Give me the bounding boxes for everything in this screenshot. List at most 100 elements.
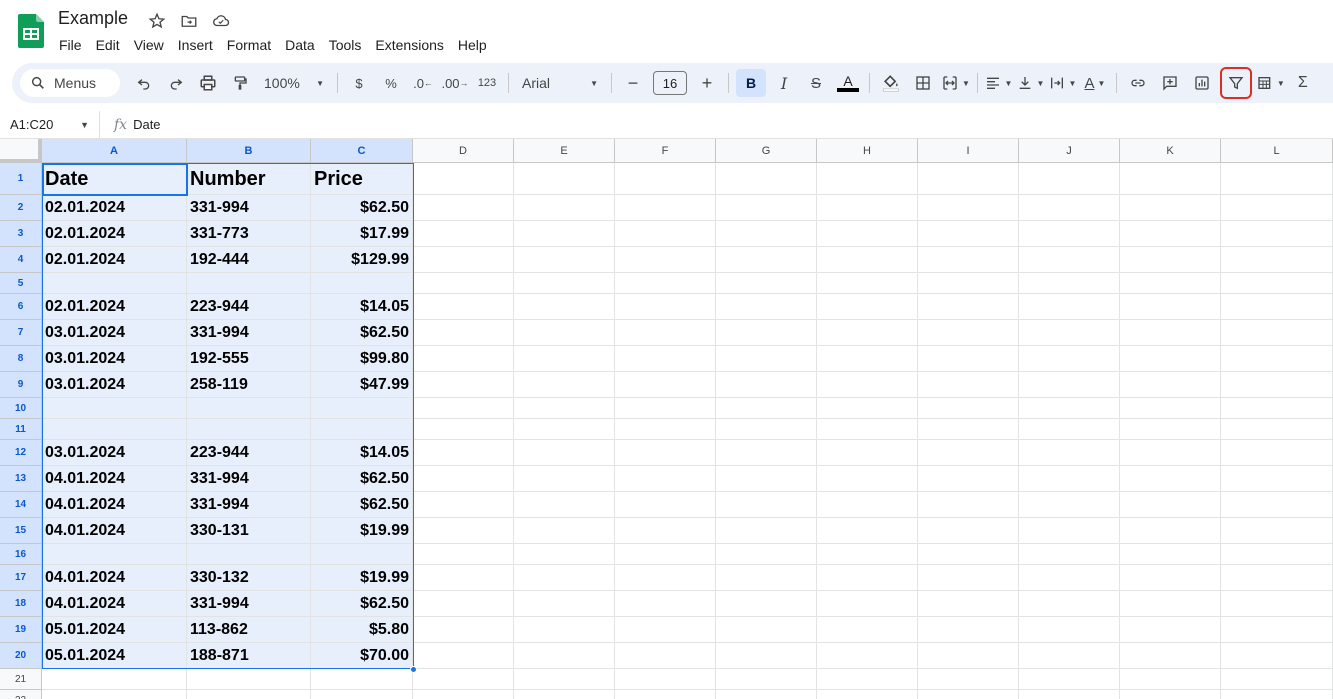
- cell-a21[interactable]: [42, 669, 187, 690]
- cell-a7[interactable]: 03.01.2024: [42, 320, 187, 346]
- cell-i22[interactable]: [918, 690, 1019, 699]
- row-header[interactable]: 21: [0, 669, 42, 690]
- cell-b8[interactable]: 192-555: [187, 346, 311, 372]
- cell-e3[interactable]: [514, 221, 615, 247]
- cell-h20[interactable]: [817, 643, 918, 669]
- menu-tools[interactable]: Tools: [322, 35, 369, 55]
- cell-k7[interactable]: [1120, 320, 1221, 346]
- cell-f9[interactable]: [615, 372, 716, 398]
- cell-i17[interactable]: [918, 565, 1019, 591]
- menu-format[interactable]: Format: [220, 35, 278, 55]
- column-header-e[interactable]: E: [514, 139, 615, 163]
- cell-d14[interactable]: [413, 492, 514, 518]
- cell-j19[interactable]: [1019, 617, 1120, 643]
- borders-button[interactable]: [909, 69, 937, 97]
- cell-f6[interactable]: [615, 294, 716, 320]
- star-icon[interactable]: [144, 10, 170, 32]
- cell-d5[interactable]: [413, 273, 514, 294]
- cell-e17[interactable]: [514, 565, 615, 591]
- row-header[interactable]: 12: [0, 440, 42, 466]
- cell-a17[interactable]: 04.01.2024: [42, 565, 187, 591]
- cell-c20[interactable]: $70.00: [311, 643, 413, 669]
- cell-h13[interactable]: [817, 466, 918, 492]
- cell-g8[interactable]: [716, 346, 817, 372]
- text-color-button[interactable]: A: [834, 69, 862, 97]
- row-header[interactable]: 13: [0, 466, 42, 492]
- redo-button[interactable]: [162, 69, 190, 97]
- cell-l6[interactable]: [1221, 294, 1333, 320]
- cell-d15[interactable]: [413, 518, 514, 544]
- cell-i2[interactable]: [918, 195, 1019, 221]
- cell-g7[interactable]: [716, 320, 817, 346]
- cell-f5[interactable]: [615, 273, 716, 294]
- cell-d18[interactable]: [413, 591, 514, 617]
- row-header[interactable]: 15: [0, 518, 42, 544]
- cell-i10[interactable]: [918, 398, 1019, 419]
- cell-a22[interactable]: [42, 690, 187, 699]
- menu-file[interactable]: File: [52, 35, 89, 55]
- row-header[interactable]: 18: [0, 591, 42, 617]
- cell-g6[interactable]: [716, 294, 817, 320]
- cell-c12[interactable]: $14.05: [311, 440, 413, 466]
- italic-button[interactable]: I: [770, 69, 798, 97]
- cell-h18[interactable]: [817, 591, 918, 617]
- cell-h16[interactable]: [817, 544, 918, 565]
- cell-b17[interactable]: 330-132: [187, 565, 311, 591]
- cell-l1[interactable]: [1221, 163, 1333, 195]
- cell-f7[interactable]: [615, 320, 716, 346]
- cell-g20[interactable]: [716, 643, 817, 669]
- increase-font-size-button[interactable]: +: [693, 69, 721, 97]
- cell-b14[interactable]: 331-994: [187, 492, 311, 518]
- cell-c2[interactable]: $62.50: [311, 195, 413, 221]
- cell-c6[interactable]: $14.05: [311, 294, 413, 320]
- cell-h2[interactable]: [817, 195, 918, 221]
- cell-a8[interactable]: 03.01.2024: [42, 346, 187, 372]
- cell-a13[interactable]: 04.01.2024: [42, 466, 187, 492]
- cell-j11[interactable]: [1019, 419, 1120, 440]
- cell-l11[interactable]: [1221, 419, 1333, 440]
- number-format-button[interactable]: 123: [473, 69, 501, 97]
- cell-e12[interactable]: [514, 440, 615, 466]
- cell-j5[interactable]: [1019, 273, 1120, 294]
- cell-d22[interactable]: [413, 690, 514, 699]
- cell-e9[interactable]: [514, 372, 615, 398]
- cell-e4[interactable]: [514, 247, 615, 273]
- row-header[interactable]: 11: [0, 419, 42, 440]
- currency-format-button[interactable]: $: [345, 69, 373, 97]
- row-header[interactable]: 9: [0, 372, 42, 398]
- cell-d21[interactable]: [413, 669, 514, 690]
- cell-i12[interactable]: [918, 440, 1019, 466]
- cell-b10[interactable]: [187, 398, 311, 419]
- cell-g9[interactable]: [716, 372, 817, 398]
- cell-j16[interactable]: [1019, 544, 1120, 565]
- cell-a11[interactable]: [42, 419, 187, 440]
- percent-format-button[interactable]: %: [377, 69, 405, 97]
- column-header-d[interactable]: D: [413, 139, 514, 163]
- cell-d19[interactable]: [413, 617, 514, 643]
- cell-h10[interactable]: [817, 398, 918, 419]
- cell-f1[interactable]: [615, 163, 716, 195]
- column-header-c[interactable]: C: [311, 139, 413, 163]
- cell-h12[interactable]: [817, 440, 918, 466]
- cell-g21[interactable]: [716, 669, 817, 690]
- cell-k3[interactable]: [1120, 221, 1221, 247]
- cell-j1[interactable]: [1019, 163, 1120, 195]
- cell-c4[interactable]: $129.99: [311, 247, 413, 273]
- cell-f15[interactable]: [615, 518, 716, 544]
- cell-l18[interactable]: [1221, 591, 1333, 617]
- cell-g3[interactable]: [716, 221, 817, 247]
- cell-b5[interactable]: [187, 273, 311, 294]
- formula-input[interactable]: Date: [133, 117, 160, 132]
- cell-h3[interactable]: [817, 221, 918, 247]
- cell-l7[interactable]: [1221, 320, 1333, 346]
- cell-b21[interactable]: [187, 669, 311, 690]
- cell-c5[interactable]: [311, 273, 413, 294]
- merge-cells-button[interactable]: ▼: [941, 69, 970, 97]
- cell-f11[interactable]: [615, 419, 716, 440]
- cell-g11[interactable]: [716, 419, 817, 440]
- cell-l8[interactable]: [1221, 346, 1333, 372]
- cell-g13[interactable]: [716, 466, 817, 492]
- cell-h5[interactable]: [817, 273, 918, 294]
- cell-c17[interactable]: $19.99: [311, 565, 413, 591]
- cell-c22[interactable]: [311, 690, 413, 699]
